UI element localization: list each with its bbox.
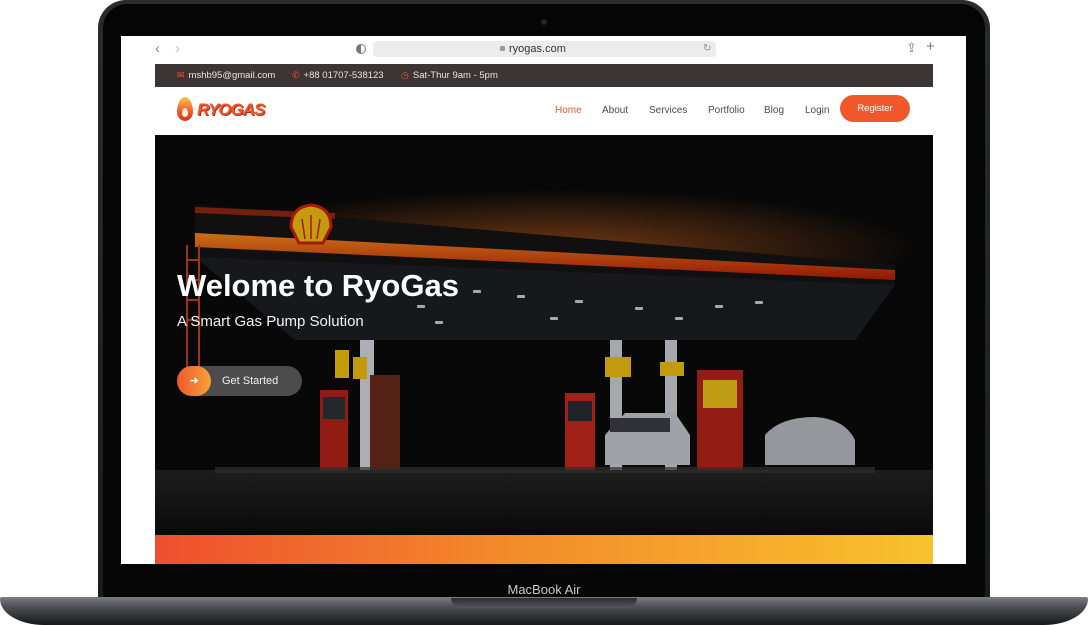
topbar-email[interactable]: ✉ mshb95@gmail.com [177, 64, 275, 87]
clock-icon: ◷ [401, 70, 409, 80]
flame-logo-icon [177, 97, 193, 121]
gradient-banner [155, 535, 933, 564]
gas-station-photo [155, 135, 933, 535]
topbar-hours: ◷ Sat-Thur 9am - 5pm [401, 64, 498, 87]
phone-icon: ✆ [292, 70, 300, 80]
email-icon: ✉ [177, 70, 185, 80]
hero-section: Welome to RyoGas A Smart Gas Pump Soluti… [155, 135, 933, 535]
hero-subtitle: A Smart Gas Pump Solution [177, 313, 364, 330]
address-bar[interactable]: ryogas.com ↻ [373, 41, 716, 57]
back-icon[interactable]: ‹ [155, 41, 160, 57]
privacy-shield-icon[interactable] [356, 44, 366, 54]
laptop-hinge-notch [451, 598, 637, 608]
contact-topbar: ✉ mshb95@gmail.com ✆ +88 01707-538123 ◷ Sat… [155, 64, 933, 87]
get-started-label: Get Started [222, 375, 279, 387]
nav-about[interactable]: About [602, 104, 628, 117]
nav-home[interactable]: Home [555, 104, 582, 117]
browser-toolbar: ‹ › ryogas.com ↻ ⇪ + [121, 36, 966, 64]
lock-icon [500, 46, 505, 51]
hero-title: Welome to RyoGas [177, 268, 459, 303]
topbar-phone[interactable]: ✆ +88 01707-538123 [292, 64, 384, 87]
new-tab-icon[interactable]: + [926, 39, 935, 55]
share-icon[interactable]: ⇪ [906, 41, 917, 55]
main-navbar: RYOGAS Home About Services Portfolio Blo… [155, 87, 933, 135]
register-button[interactable]: Register [840, 95, 910, 122]
email-text: mshb95@gmail.com [188, 70, 276, 81]
url-text: ryogas.com [509, 43, 566, 55]
laptop-screen: ‹ › ryogas.com ↻ ⇪ + ✉ mshb95@gmail.com ✆… [121, 36, 966, 564]
nav-portfolio[interactable]: Portfolio [708, 104, 745, 117]
nav-blog[interactable]: Blog [764, 104, 784, 117]
nav-login[interactable]: Login [805, 104, 829, 117]
camera-icon [541, 19, 547, 25]
arrow-right-icon: ➜ [177, 366, 211, 396]
phone-text: +88 01707-538123 [303, 70, 384, 81]
get-started-button[interactable]: ➜ Get Started [177, 366, 302, 396]
forward-icon[interactable]: › [175, 41, 180, 57]
nav-services[interactable]: Services [649, 104, 687, 117]
hours-text: Sat-Thur 9am - 5pm [412, 70, 498, 81]
reload-icon[interactable]: ↻ [703, 42, 711, 56]
logo-text: RYOGAS [197, 100, 265, 119]
